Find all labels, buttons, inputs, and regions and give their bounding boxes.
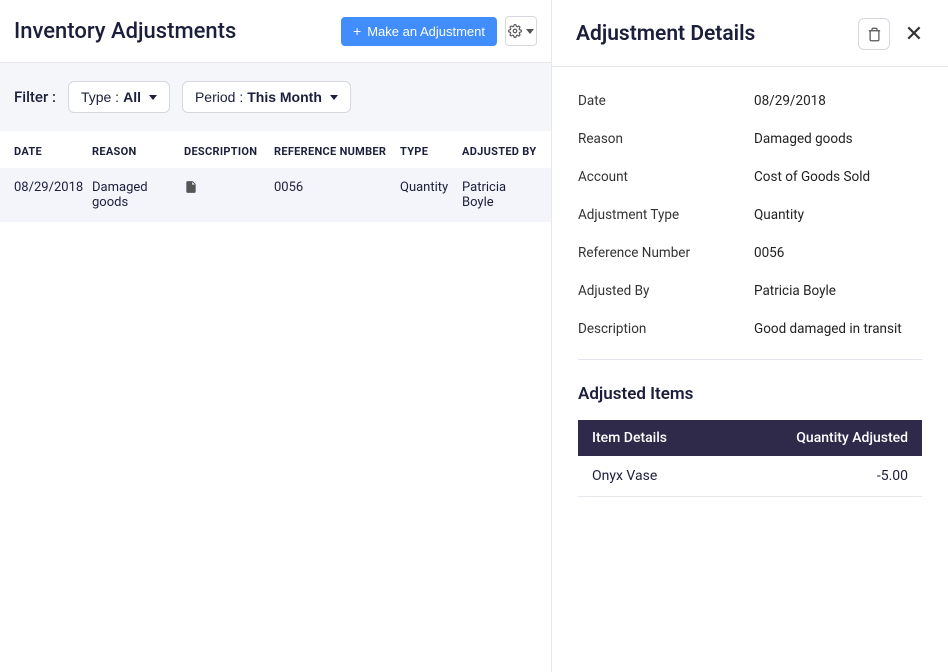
detail-body: Date 08/29/2018 Reason Damaged goods Acc… xyxy=(552,67,948,497)
adjusted-items-title: Adjusted Items xyxy=(578,384,922,404)
filter-bar: Filter : Type : All Period : This Month xyxy=(0,63,551,131)
trash-icon xyxy=(867,27,882,42)
adjustment-detail-pane: Adjustment Details ✕ Date 08/29/2018 Rea… xyxy=(552,0,948,672)
item-name: Onyx Vase xyxy=(592,468,877,484)
detail-value: Patricia Boyle xyxy=(754,283,836,299)
table-row[interactable]: 08/29/2018 Damaged goods 0056 Quantity P… xyxy=(0,168,551,222)
detail-value: Damaged goods xyxy=(754,131,853,147)
detail-label: Account xyxy=(578,169,754,185)
detail-label: Date xyxy=(578,93,754,109)
col-reason: REASON xyxy=(92,145,184,158)
filter-label: Filter : xyxy=(14,88,56,106)
detail-label: Reference Number xyxy=(578,245,754,261)
items-table-row: Onyx Vase -5.00 xyxy=(578,456,922,497)
plus-icon: + xyxy=(353,24,361,38)
delete-button[interactable] xyxy=(858,18,890,50)
detail-row-description: Description Good damaged in transit xyxy=(578,321,922,337)
detail-row-account: Account Cost of Goods Sold xyxy=(578,169,922,185)
detail-label: Reason xyxy=(578,131,754,147)
adjustments-table: DATE REASON DESCRIPTION REFERENCE NUMBER… xyxy=(0,131,551,222)
col-date: DATE xyxy=(14,145,92,158)
list-header: Inventory Adjustments + Make an Adjustme… xyxy=(0,0,551,63)
adjustments-list-pane: Inventory Adjustments + Make an Adjustme… xyxy=(0,0,552,672)
chevron-down-icon xyxy=(526,29,534,34)
detail-value: Good damaged in transit xyxy=(754,321,902,337)
detail-row-adjustment-type: Adjustment Type Quantity xyxy=(578,207,922,223)
gear-icon xyxy=(508,24,522,38)
filter-period-value: This Month xyxy=(247,89,322,105)
detail-value: 08/29/2018 xyxy=(754,93,826,109)
filter-type-value: All xyxy=(123,89,141,105)
detail-row-reference-number: Reference Number 0056 xyxy=(578,245,922,261)
page-title: Inventory Adjustments xyxy=(14,19,341,44)
detail-label: Adjustment Type xyxy=(578,207,754,223)
chevron-down-icon xyxy=(149,95,157,100)
section-divider xyxy=(578,359,922,360)
table-header: DATE REASON DESCRIPTION REFERENCE NUMBER… xyxy=(0,131,551,168)
detail-value: Quantity xyxy=(754,207,804,223)
close-button[interactable]: ✕ xyxy=(898,18,930,50)
col-reference: REFERENCE NUMBER xyxy=(274,145,400,158)
col-adjusted-by: ADJUSTED BY xyxy=(462,145,537,158)
detail-label: Adjusted By xyxy=(578,283,754,299)
detail-row-adjusted-by: Adjusted By Patricia Boyle xyxy=(578,283,922,299)
notes-icon xyxy=(184,180,198,194)
cell-date: 08/29/2018 xyxy=(14,180,92,210)
cell-adjusted-by: Patricia Boyle xyxy=(462,180,537,210)
items-col-qty: Quantity Adjusted xyxy=(796,430,908,446)
col-description: DESCRIPTION xyxy=(184,145,274,158)
make-adjustment-label: Make an Adjustment xyxy=(367,24,485,39)
filter-type-button[interactable]: Type : All xyxy=(68,81,170,113)
item-qty: -5.00 xyxy=(877,468,908,484)
make-adjustment-button[interactable]: + Make an Adjustment xyxy=(341,17,497,46)
items-col-item: Item Details xyxy=(592,430,796,446)
detail-header: Adjustment Details ✕ xyxy=(552,0,948,67)
filter-period-button[interactable]: Period : This Month xyxy=(182,81,351,113)
detail-row-reason: Reason Damaged goods xyxy=(578,131,922,147)
cell-description xyxy=(184,180,274,210)
cell-type: Quantity xyxy=(400,180,462,210)
detail-label: Description xyxy=(578,321,754,337)
list-more-button[interactable] xyxy=(505,16,537,46)
detail-value: 0056 xyxy=(754,245,784,261)
filter-type-prefix: Type : xyxy=(81,89,119,105)
cell-reference: 0056 xyxy=(274,180,400,210)
cell-reason: Damaged goods xyxy=(92,180,184,210)
detail-title: Adjustment Details xyxy=(576,22,858,46)
col-type: TYPE xyxy=(400,145,462,158)
chevron-down-icon xyxy=(330,95,338,100)
filter-period-prefix: Period : xyxy=(195,89,243,105)
close-icon: ✕ xyxy=(905,21,923,47)
detail-row-date: Date 08/29/2018 xyxy=(578,93,922,109)
items-table-header: Item Details Quantity Adjusted xyxy=(578,420,922,456)
detail-value: Cost of Goods Sold xyxy=(754,169,870,185)
